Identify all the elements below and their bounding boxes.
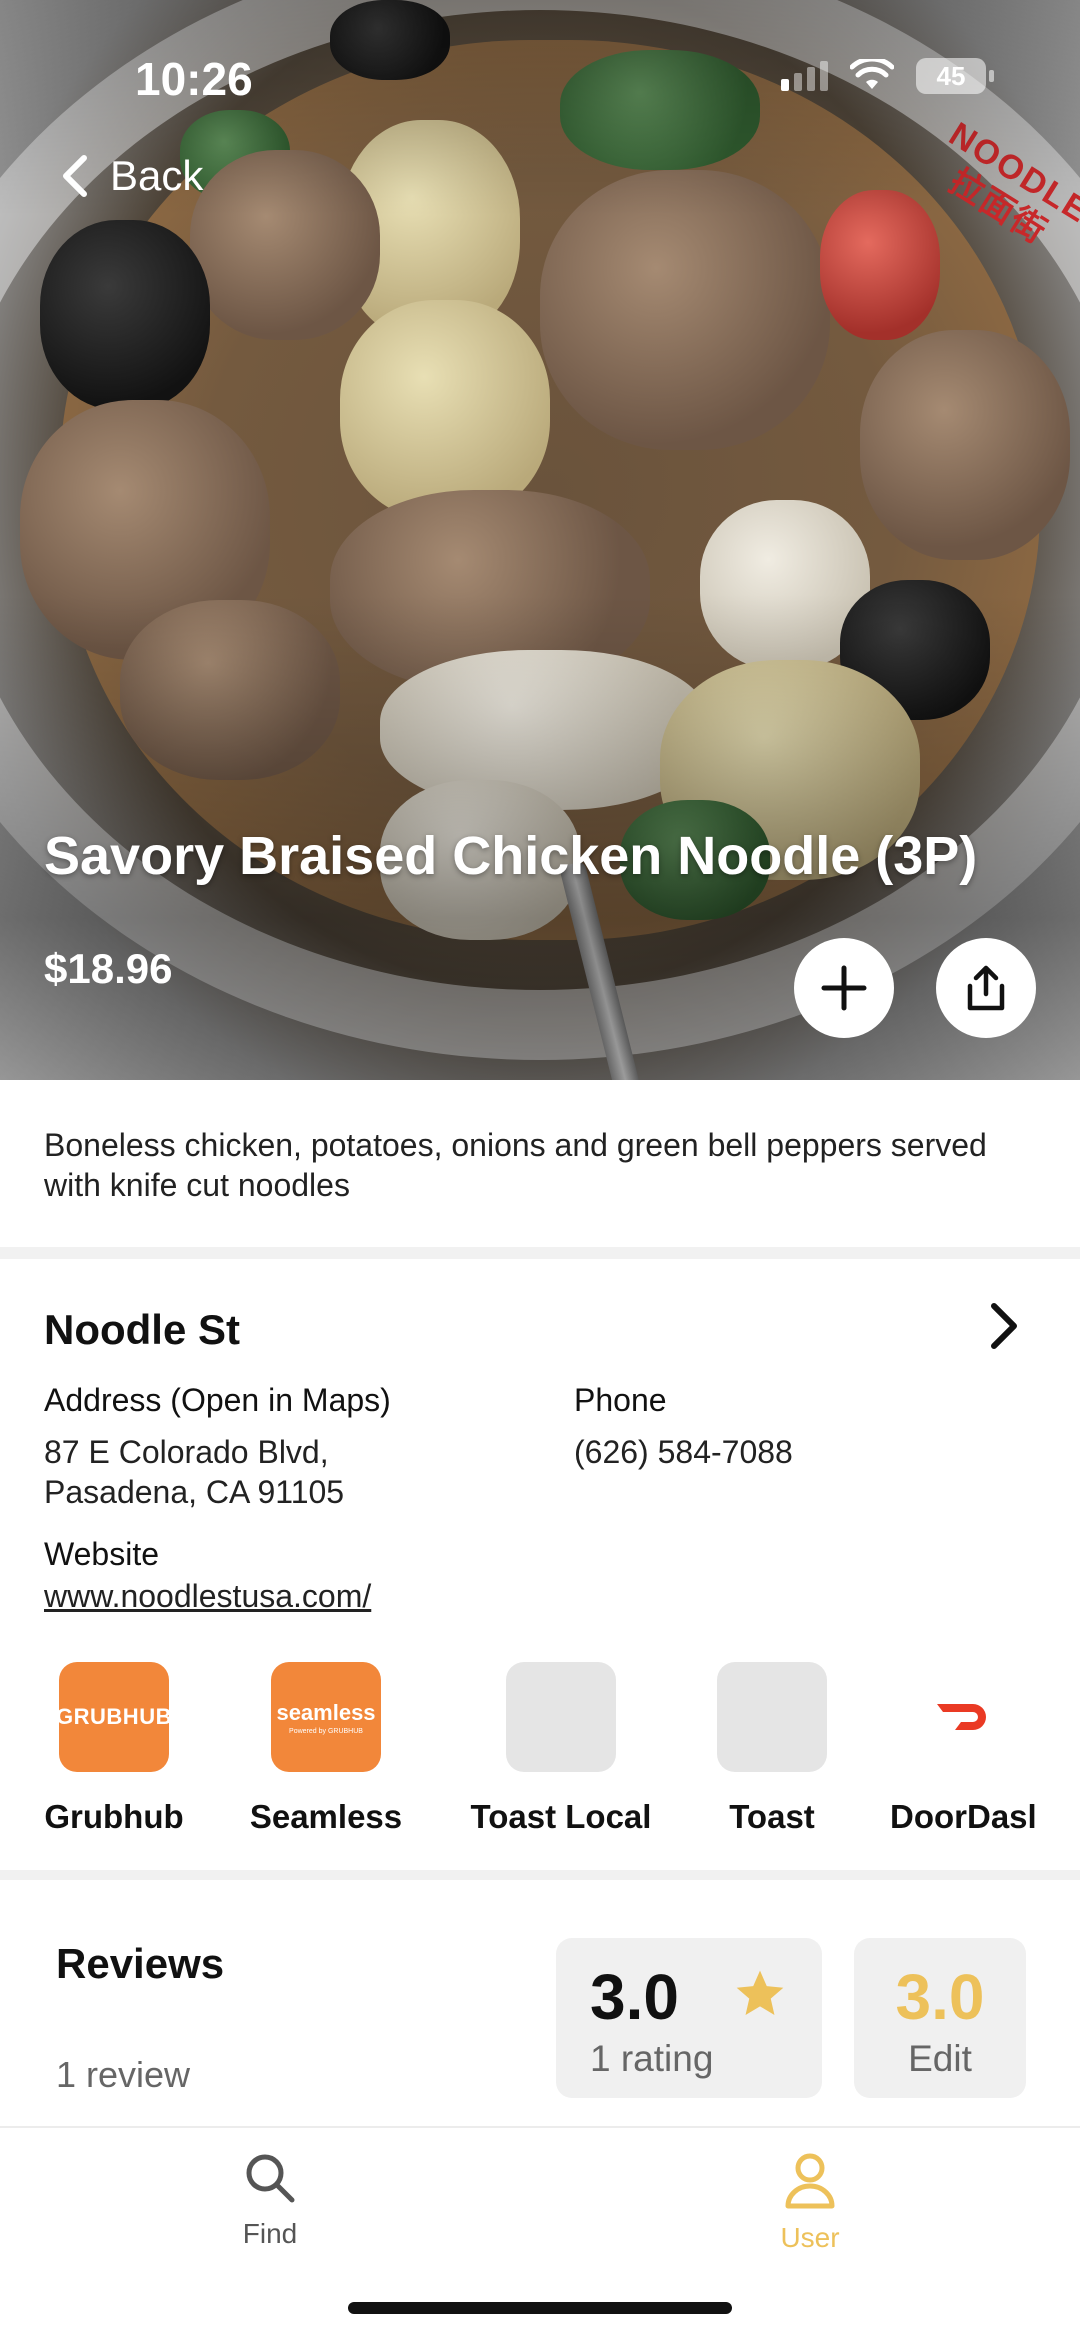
add-button[interactable]: [794, 938, 894, 1038]
toast-logo-icon: [717, 1662, 827, 1772]
delivery-app-label: DoorDasl: [890, 1798, 1037, 1835]
tab-user[interactable]: User: [710, 2150, 910, 2254]
status-icons: 45: [781, 58, 994, 94]
back-label: Back: [110, 152, 204, 199]
website-label: Website: [44, 1536, 160, 1572]
delivery-app-label: Seamless: [249, 1798, 403, 1835]
delivery-app-doordash[interactable]: DoorDasl: [890, 1662, 1040, 1836]
address-line2[interactable]: Pasadena, CA 91105: [44, 1472, 344, 1512]
plus-icon: [821, 965, 867, 1011]
tab-user-label: User: [780, 2222, 840, 2253]
phone-label: Phone: [574, 1382, 667, 1418]
my-rating-value: 3.0: [895, 1961, 985, 2033]
delivery-app-grubhub[interactable]: GRUBHUB Grubhub: [44, 1662, 184, 1836]
grubhub-logo-icon: GRUBHUB: [56, 1662, 172, 1772]
chevron-left-icon: [63, 155, 87, 197]
section-divider: [0, 1870, 1080, 1880]
website-link[interactable]: www.noodlestusa.com/: [44, 1576, 371, 1616]
share-icon: [967, 965, 1005, 1011]
delivery-app-toast-local[interactable]: Toast Local: [466, 1662, 656, 1836]
battery-icon: 45: [916, 58, 994, 94]
tab-find[interactable]: Find: [170, 2150, 370, 2250]
reviews-title: Reviews: [56, 1940, 225, 1987]
delivery-app-toast[interactable]: Toast: [702, 1662, 842, 1836]
dish-title: Savory Braised Chicken Noodle (3P): [44, 826, 978, 886]
back-button[interactable]: Back: [60, 152, 203, 200]
star-icon: [736, 1970, 784, 2015]
search-icon: [246, 2154, 295, 2203]
restaurant-name[interactable]: Noodle St: [44, 1306, 240, 1354]
delivery-app-seamless[interactable]: seamless Powered by GRUBHUB Seamless: [246, 1662, 406, 1836]
restaurant-open-button[interactable]: [986, 1300, 1020, 1357]
grubhub-logo-text: GRUBHUB: [56, 1704, 172, 1729]
address-label[interactable]: Address (Open in Maps): [44, 1382, 391, 1419]
section-divider: [0, 1247, 1080, 1259]
average-rating-value: 3.0: [590, 1961, 679, 2033]
status-time: 10:26: [135, 53, 253, 105]
dish-price: $18.96: [44, 945, 173, 992]
home-indicator[interactable]: [348, 2302, 732, 2314]
seamless-logo-icon: seamless Powered by GRUBHUB: [271, 1662, 381, 1772]
doordash-logo-icon: [910, 1662, 1020, 1772]
seamless-logo-subtext: Powered by GRUBHUB: [289, 1727, 363, 1735]
phone-number[interactable]: (626) 584-7088: [574, 1432, 793, 1472]
wifi-icon: [850, 59, 894, 89]
toast-local-logo-icon: [506, 1662, 616, 1772]
share-button[interactable]: [936, 938, 1036, 1038]
signal-icon: [781, 61, 828, 91]
delivery-app-label: Toast: [729, 1798, 815, 1835]
dish-description: Boneless chicken, potatoes, onions and g…: [44, 1127, 987, 1203]
edit-label: Edit: [908, 2038, 972, 2079]
chevron-right-icon: [991, 1303, 1017, 1349]
battery-level: 45: [936, 60, 966, 91]
delivery-app-label: Toast Local: [470, 1798, 652, 1835]
address-line1[interactable]: 87 E Colorado Blvd,: [44, 1432, 329, 1472]
delivery-apps-row: GRUBHUB Grubhub seamless Powered by GRUB…: [0, 1662, 1080, 1842]
ratings-count: 1 rating: [590, 2038, 714, 2079]
delivery-app-label: Grubhub: [44, 1798, 184, 1835]
reviews-count[interactable]: 1 review: [56, 2054, 190, 2096]
my-rating-edit-button[interactable]: 3.0 Edit: [854, 1938, 1026, 2098]
average-rating-card: 3.0 1 rating: [556, 1938, 822, 2098]
tab-find-label: Find: [242, 2218, 298, 2249]
seamless-logo-text: seamless: [276, 1699, 376, 1725]
user-icon: [785, 2153, 835, 2209]
